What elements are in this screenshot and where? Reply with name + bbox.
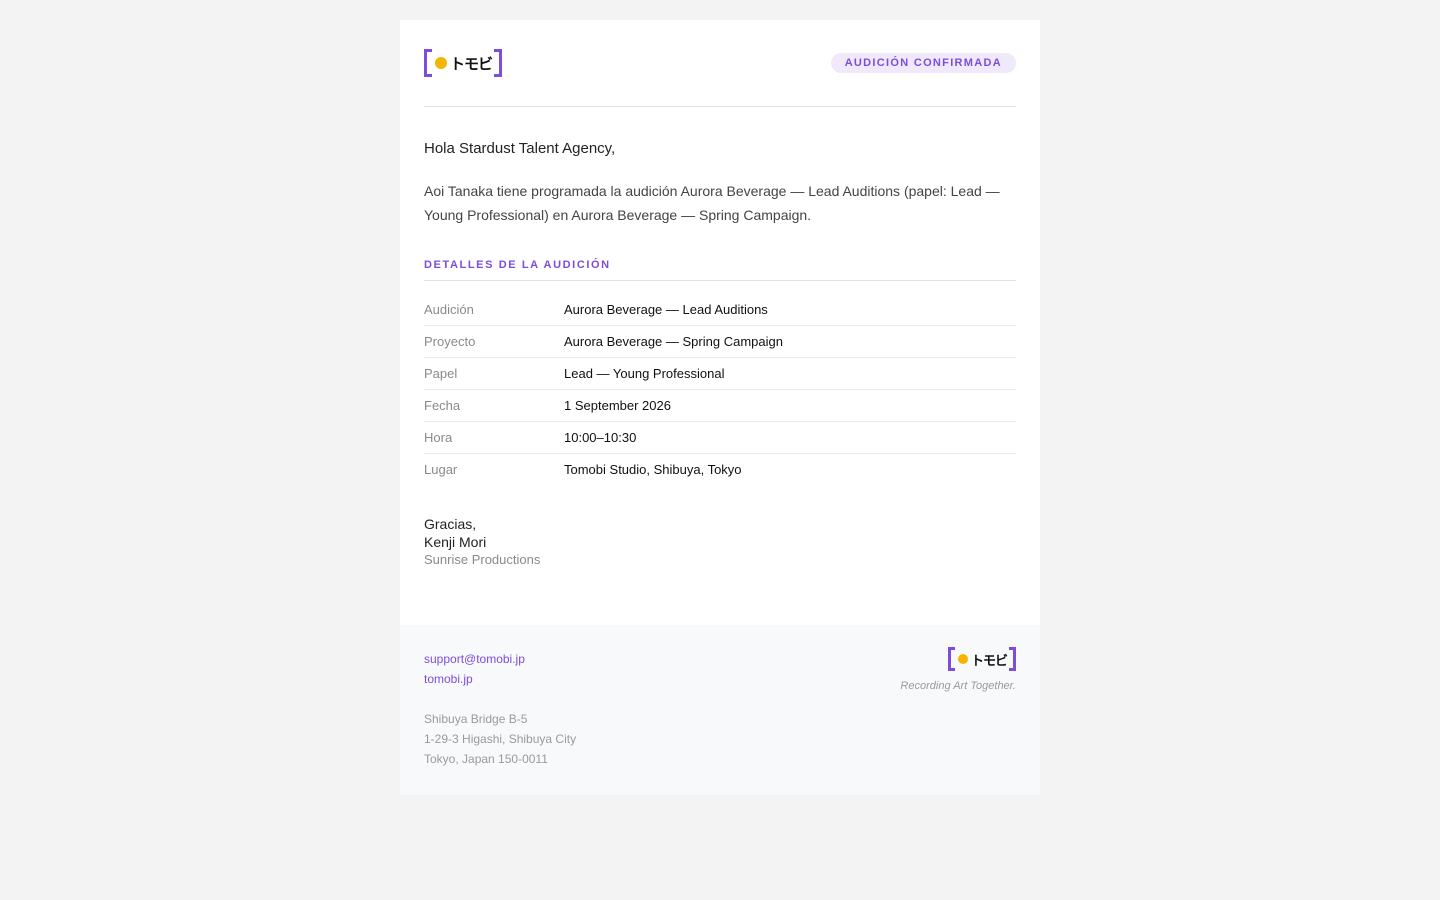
logo-bracket-left [947, 647, 955, 671]
details-table: Audición Aurora Beverage — Lead Audition… [424, 294, 1016, 485]
address-line: 1-29-3 Higashi, Shibuya City [424, 732, 577, 746]
logo-bracket-left [424, 49, 432, 77]
address-line: Shibuya Bridge B-5 [424, 712, 528, 726]
logo-bracket-right [494, 49, 503, 77]
status-badge: AUDICIÓN CONFIRMADA [830, 53, 1016, 73]
email-footer: support@tomobi.jp tomobi.jp Shibuya Brid… [400, 625, 1040, 795]
address-block: Shibuya Bridge B-5 1-29-3 Higashi, Shibu… [424, 709, 1016, 769]
tomobi-logo: トモビ [424, 49, 503, 77]
greeting: Hola Stardust Talent Agency, [424, 140, 616, 157]
detail-label: Fecha [424, 389, 564, 422]
table-row: Papel Lead — Young Professional [424, 357, 1016, 390]
address-line: Tokyo, Japan 150-0011 [424, 752, 548, 766]
detail-label: Papel [424, 357, 564, 390]
details-section-title: DETALLES DE LA AUDICIÓN [424, 259, 1016, 281]
detail-value: 10:00–10:30 [564, 421, 1016, 454]
detail-value: Aurora Beverage — Spring Campaign [564, 325, 1016, 358]
table-row: Proyecto Aurora Beverage — Spring Campai… [424, 325, 1016, 358]
signoff-closing: Gracias, [424, 516, 477, 532]
email-content: トモビ AUDICIÓN CONFIRMADA Hola Stardust Ta… [400, 20, 1040, 625]
table-row: Audición Aurora Beverage — Lead Audition… [424, 294, 1016, 326]
tagline: Recording Art Together. [900, 680, 1016, 692]
logo-text: トモビ [970, 653, 1008, 669]
detail-label: Audición [424, 294, 564, 326]
detail-value: 1 September 2026 [564, 389, 1016, 422]
signoff: Gracias, Kenji Mori Sunrise Productions [424, 515, 1016, 625]
email-card: トモビ AUDICIÓN CONFIRMADA Hola Stardust Ta… [400, 20, 1040, 795]
table-row: Lugar Tomobi Studio, Shibuya, Tokyo [424, 454, 1016, 486]
detail-value: Aurora Beverage — Lead Auditions [564, 294, 1016, 326]
footer-brand: トモビ Recording Art Together. [900, 647, 1016, 692]
logo-dot [435, 57, 447, 69]
detail-value: Lead — Young Professional [564, 357, 1016, 390]
detail-label: Lugar [424, 462, 458, 477]
detail-value: Tomobi Studio, Shibuya, Tokyo [564, 462, 742, 477]
signoff-name: Kenji Mori [424, 534, 487, 550]
tomobi-logo-footer: トモビ [947, 647, 1016, 671]
table-row: Fecha 1 September 2026 [424, 389, 1016, 422]
table-row: Hora 10:00–10:30 [424, 421, 1016, 454]
logo-bracket-right [1009, 647, 1016, 671]
detail-label: Proyecto [424, 325, 564, 358]
signoff-company: Sunrise Productions [424, 552, 541, 567]
logo-text: トモビ [450, 54, 493, 73]
logo-dot [957, 654, 968, 664]
email-header: トモビ AUDICIÓN CONFIRMADA [424, 40, 1016, 107]
detail-label: Hora [424, 421, 564, 454]
intro-paragraph: Aoi Tanaka tiene programada la audición … [424, 183, 1000, 223]
